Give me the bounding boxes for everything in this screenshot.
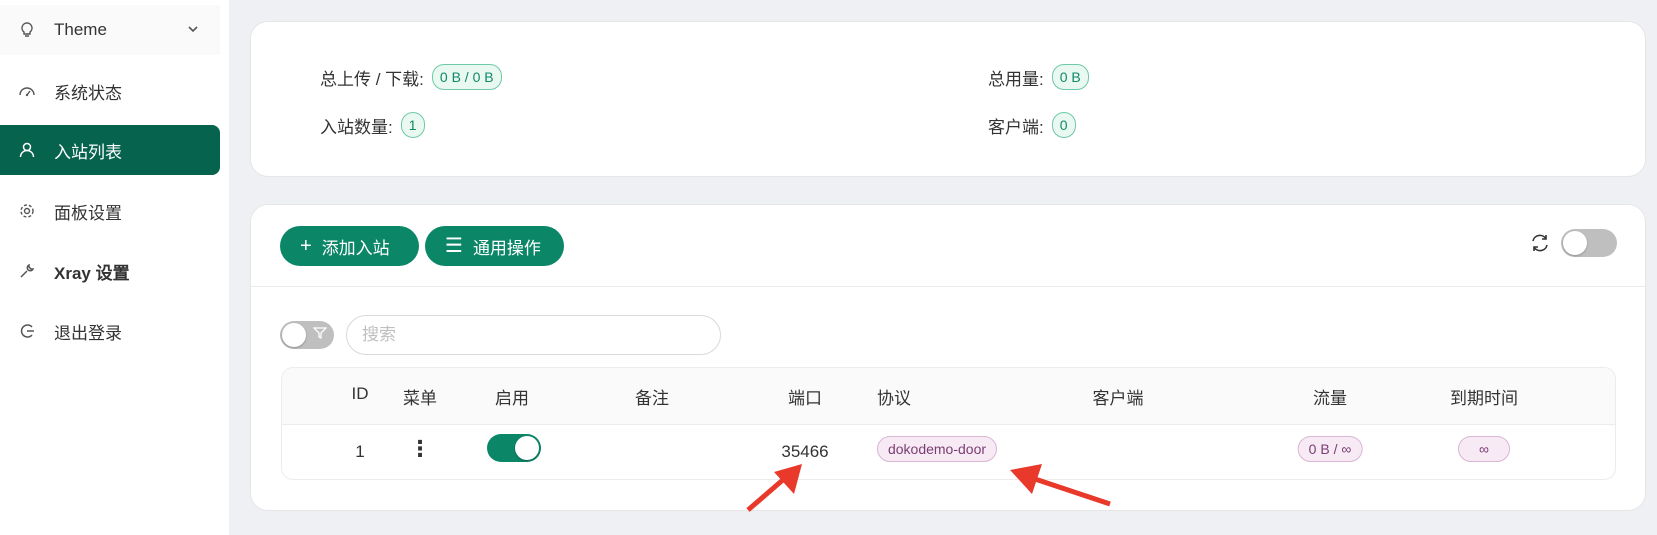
column-header: 客户端 — [1092, 389, 1144, 408]
theme-label: Theme — [54, 20, 107, 39]
column-header: 端口 — [788, 389, 822, 408]
add-inbound-button[interactable]: + 添加入站 — [280, 226, 419, 266]
filter-toggle[interactable] — [280, 321, 334, 349]
sidebar-item-logout[interactable]: 退出登录 — [0, 306, 220, 356]
stats-card: 总上传 / 下载: 0 B / 0 B 总用量: 0 B 入站数量: 1 客户端… — [250, 21, 1646, 177]
wrench-icon — [17, 261, 37, 281]
expiry-badge: ∞ — [1458, 436, 1510, 462]
lightbulb-icon — [17, 20, 37, 40]
traffic-badge: 0 B / ∞ — [1297, 436, 1363, 462]
chevron-down-icon — [186, 21, 200, 41]
divider — [251, 286, 1645, 287]
column-header: ID — [351, 384, 369, 403]
column-header: 启用 — [495, 389, 529, 408]
annotation-arrow-protocol-icon — [1010, 464, 1111, 507]
menu-icon: ☰ — [445, 235, 463, 257]
auto-refresh-toggle[interactable] — [1561, 229, 1617, 257]
table-header — [282, 368, 1615, 425]
add-inbound-label: 添加入站 — [321, 238, 390, 258]
refresh-icon[interactable] — [1529, 232, 1551, 259]
traffic-badge: 0 B / 0 B — [431, 64, 502, 90]
enable-switch[interactable] — [487, 434, 541, 462]
sidebar-item-inbounds[interactable]: 入站列表 — [0, 125, 220, 175]
filter-icon — [312, 326, 328, 345]
inbounds-card: + 添加入站 ☰ 通用操作 ID 菜单 启用 备注 端口 协议 客户端 流量 到… — [250, 204, 1646, 511]
clients-label: 客户端: — [988, 117, 1044, 137]
general-actions-label: 通用操作 — [472, 238, 541, 258]
theme-menu[interactable]: Theme — [0, 5, 220, 55]
sidebar-item-label: 系统状态 — [54, 83, 122, 103]
user-icon — [17, 140, 37, 160]
sidebar-item-label: 入站列表 — [54, 142, 122, 162]
usage-badge: 0 B — [1051, 64, 1089, 90]
clients-stat: 客户端: 0 — [988, 112, 1076, 138]
sidebar-item-xray-settings[interactable]: Xray 设置 — [0, 246, 220, 296]
traffic-label: 总上传 / 下载: — [320, 69, 424, 89]
search-input[interactable] — [346, 315, 721, 355]
column-header: 菜单 — [403, 389, 437, 408]
general-actions-button[interactable]: ☰ 通用操作 — [425, 226, 564, 266]
dashboard-icon — [17, 81, 37, 101]
traffic-stat: 总上传 / 下载: 0 B / 0 B — [320, 64, 502, 90]
column-header: 流量 — [1313, 389, 1347, 408]
sidebar-item-label: 面板设置 — [54, 203, 122, 223]
sidebar-item-label: 退出登录 — [54, 323, 122, 343]
column-header: 协议 — [877, 389, 911, 408]
column-header: 备注 — [635, 389, 669, 408]
inbound-count-label: 入站数量: — [320, 117, 393, 137]
usage-label: 总用量: — [988, 69, 1044, 89]
sidebar-item-system-status[interactable]: 系统状态 — [0, 66, 220, 116]
row-menu-button[interactable]: ⋮ — [409, 436, 431, 462]
protocol-badge: dokodemo-door — [876, 436, 998, 462]
sidebar-item-panel-settings[interactable]: 面板设置 — [0, 186, 220, 236]
sidebar: Theme 系统状态 入站列表 面板设置 Xray 设置 退出登录 — [0, 0, 229, 535]
usage-stat: 总用量: 0 B — [988, 64, 1089, 90]
annotation-arrow-port-icon — [746, 464, 802, 512]
logout-icon — [17, 321, 37, 341]
plus-icon: + — [300, 235, 312, 257]
inbounds-table: ID 菜单 启用 备注 端口 协议 客户端 流量 到期时间 1 ⋮ 35466 … — [281, 367, 1616, 480]
sidebar-item-label: Xray 设置 — [54, 263, 130, 283]
inbound-count-stat: 入站数量: 1 — [320, 112, 425, 138]
clients-badge: 0 — [1051, 112, 1076, 138]
gear-icon — [17, 201, 37, 221]
column-header: 到期时间 — [1450, 389, 1518, 408]
inbound-count-badge: 1 — [400, 112, 425, 138]
id-cell: 1 — [355, 442, 365, 461]
